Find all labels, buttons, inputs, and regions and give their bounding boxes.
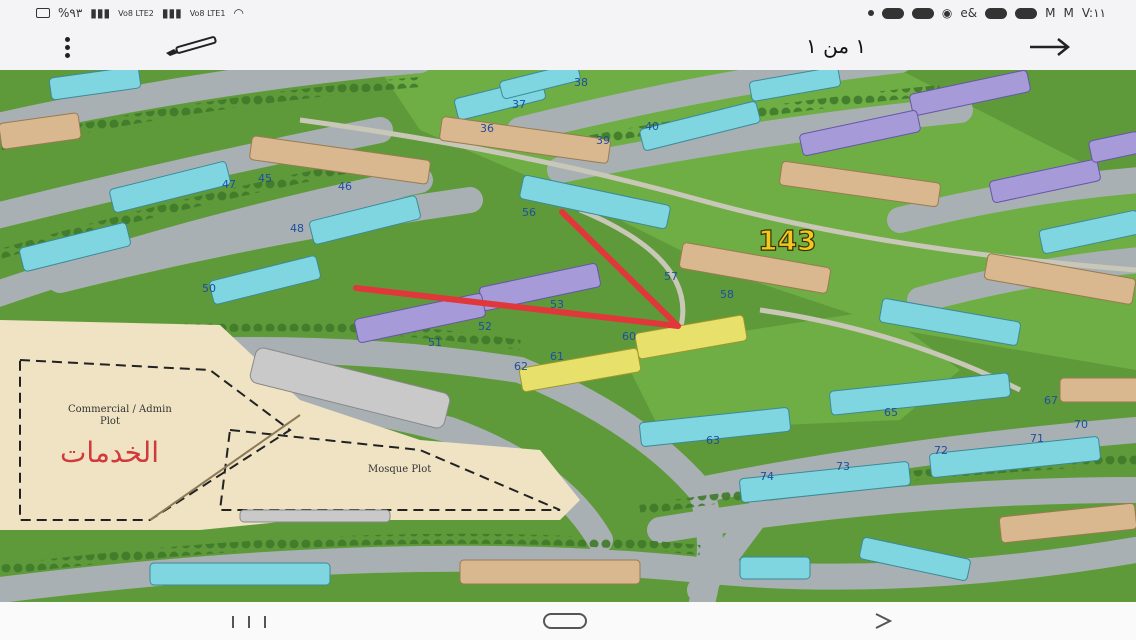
gmail-icon: M <box>1045 6 1056 20</box>
signal-bars-icon-2: ▮▮▮ <box>161 6 182 20</box>
lte1-label: Vo8 LTE1 <box>189 8 226 18</box>
messenger-icon: ◉ <box>941 6 953 20</box>
viewer-toolbar: ١ من ١ <box>0 26 1136 70</box>
area-number-label: 143 <box>758 224 816 257</box>
lte2-label: Vo8 LTE2 <box>118 8 154 18</box>
mail-icon: M <box>1063 6 1074 20</box>
unit-number: 74 <box>760 470 774 483</box>
unit-number: 61 <box>550 350 564 363</box>
page-indicator: ١ من ١ <box>806 34 867 58</box>
unit-number: 45 <box>258 172 272 185</box>
link-icon: e& <box>960 6 978 20</box>
unit-number: 73 <box>836 460 850 473</box>
commercial-label-line2: Plot <box>100 416 120 427</box>
whatsapp-icon <box>911 7 934 19</box>
unit-number: 52 <box>478 320 492 333</box>
unit-number: 38 <box>574 76 588 89</box>
unit-number: 60 <box>622 330 636 343</box>
forward-arrow-icon[interactable] <box>1026 36 1074 58</box>
status-left: %٩٣ ▮▮▮ Vo8 LTE2 ▮▮▮ Vo8 LTE1 ◠ <box>36 6 244 20</box>
status-bar: %٩٣ ▮▮▮ Vo8 LTE2 ▮▮▮ Vo8 LTE1 ◠ ◉ e& M M… <box>0 0 1136 26</box>
unit-number: 48 <box>290 222 304 235</box>
battery-percent: %٩٣ <box>58 6 83 20</box>
unit-number: 46 <box>338 180 352 193</box>
unit-number: 37 <box>512 98 526 111</box>
unit-number: 70 <box>1074 418 1088 431</box>
status-right: ◉ e& M M V:١١ <box>867 6 1106 20</box>
unit-number: 67 <box>1044 394 1058 407</box>
back-chevron-icon[interactable] <box>868 610 898 632</box>
signal-bars-icon: ▮▮▮ <box>90 6 111 20</box>
app-notification-icon <box>881 7 904 19</box>
recent-apps-icon[interactable] <box>226 610 272 632</box>
unit-number: 39 <box>596 134 610 147</box>
unit-number: 51 <box>428 336 442 349</box>
unit-number: 56 <box>522 206 536 219</box>
navigation-bar <box>0 602 1136 640</box>
master-plan-image: Commercial / Admin Plot Mosque Plot الخد… <box>0 70 1136 602</box>
wifi-icon: ◠ <box>233 6 244 20</box>
commercial-label-line1: Commercial / Admin <box>68 404 172 415</box>
unit-number: 65 <box>884 406 898 419</box>
notification-dot-icon <box>867 10 874 16</box>
unit-number: 58 <box>720 288 734 301</box>
unit-number: 50 <box>202 282 216 295</box>
unit-number: 62 <box>514 360 528 373</box>
more-options-icon[interactable] <box>58 34 76 60</box>
master-plan-svg: Commercial / Admin Plot Mosque Plot الخد… <box>0 70 1136 602</box>
unit-number: 57 <box>664 270 678 283</box>
unit-number: 36 <box>480 122 494 135</box>
battery-icon <box>36 8 50 18</box>
unit-number: 40 <box>645 120 659 133</box>
services-label: الخدمات <box>60 436 159 469</box>
clock-time: V:١١ <box>1081 6 1106 20</box>
home-icon[interactable] <box>540 610 590 632</box>
unit-number: 63 <box>706 434 720 447</box>
mosque-label: Mosque Plot <box>368 464 431 475</box>
unit-number: 71 <box>1030 432 1044 445</box>
youtube-icon <box>985 7 1008 19</box>
unit-number: 72 <box>934 444 948 457</box>
unit-number: 47 <box>222 178 236 191</box>
chat-icon <box>1015 7 1038 19</box>
brush-edit-icon[interactable] <box>158 36 222 58</box>
